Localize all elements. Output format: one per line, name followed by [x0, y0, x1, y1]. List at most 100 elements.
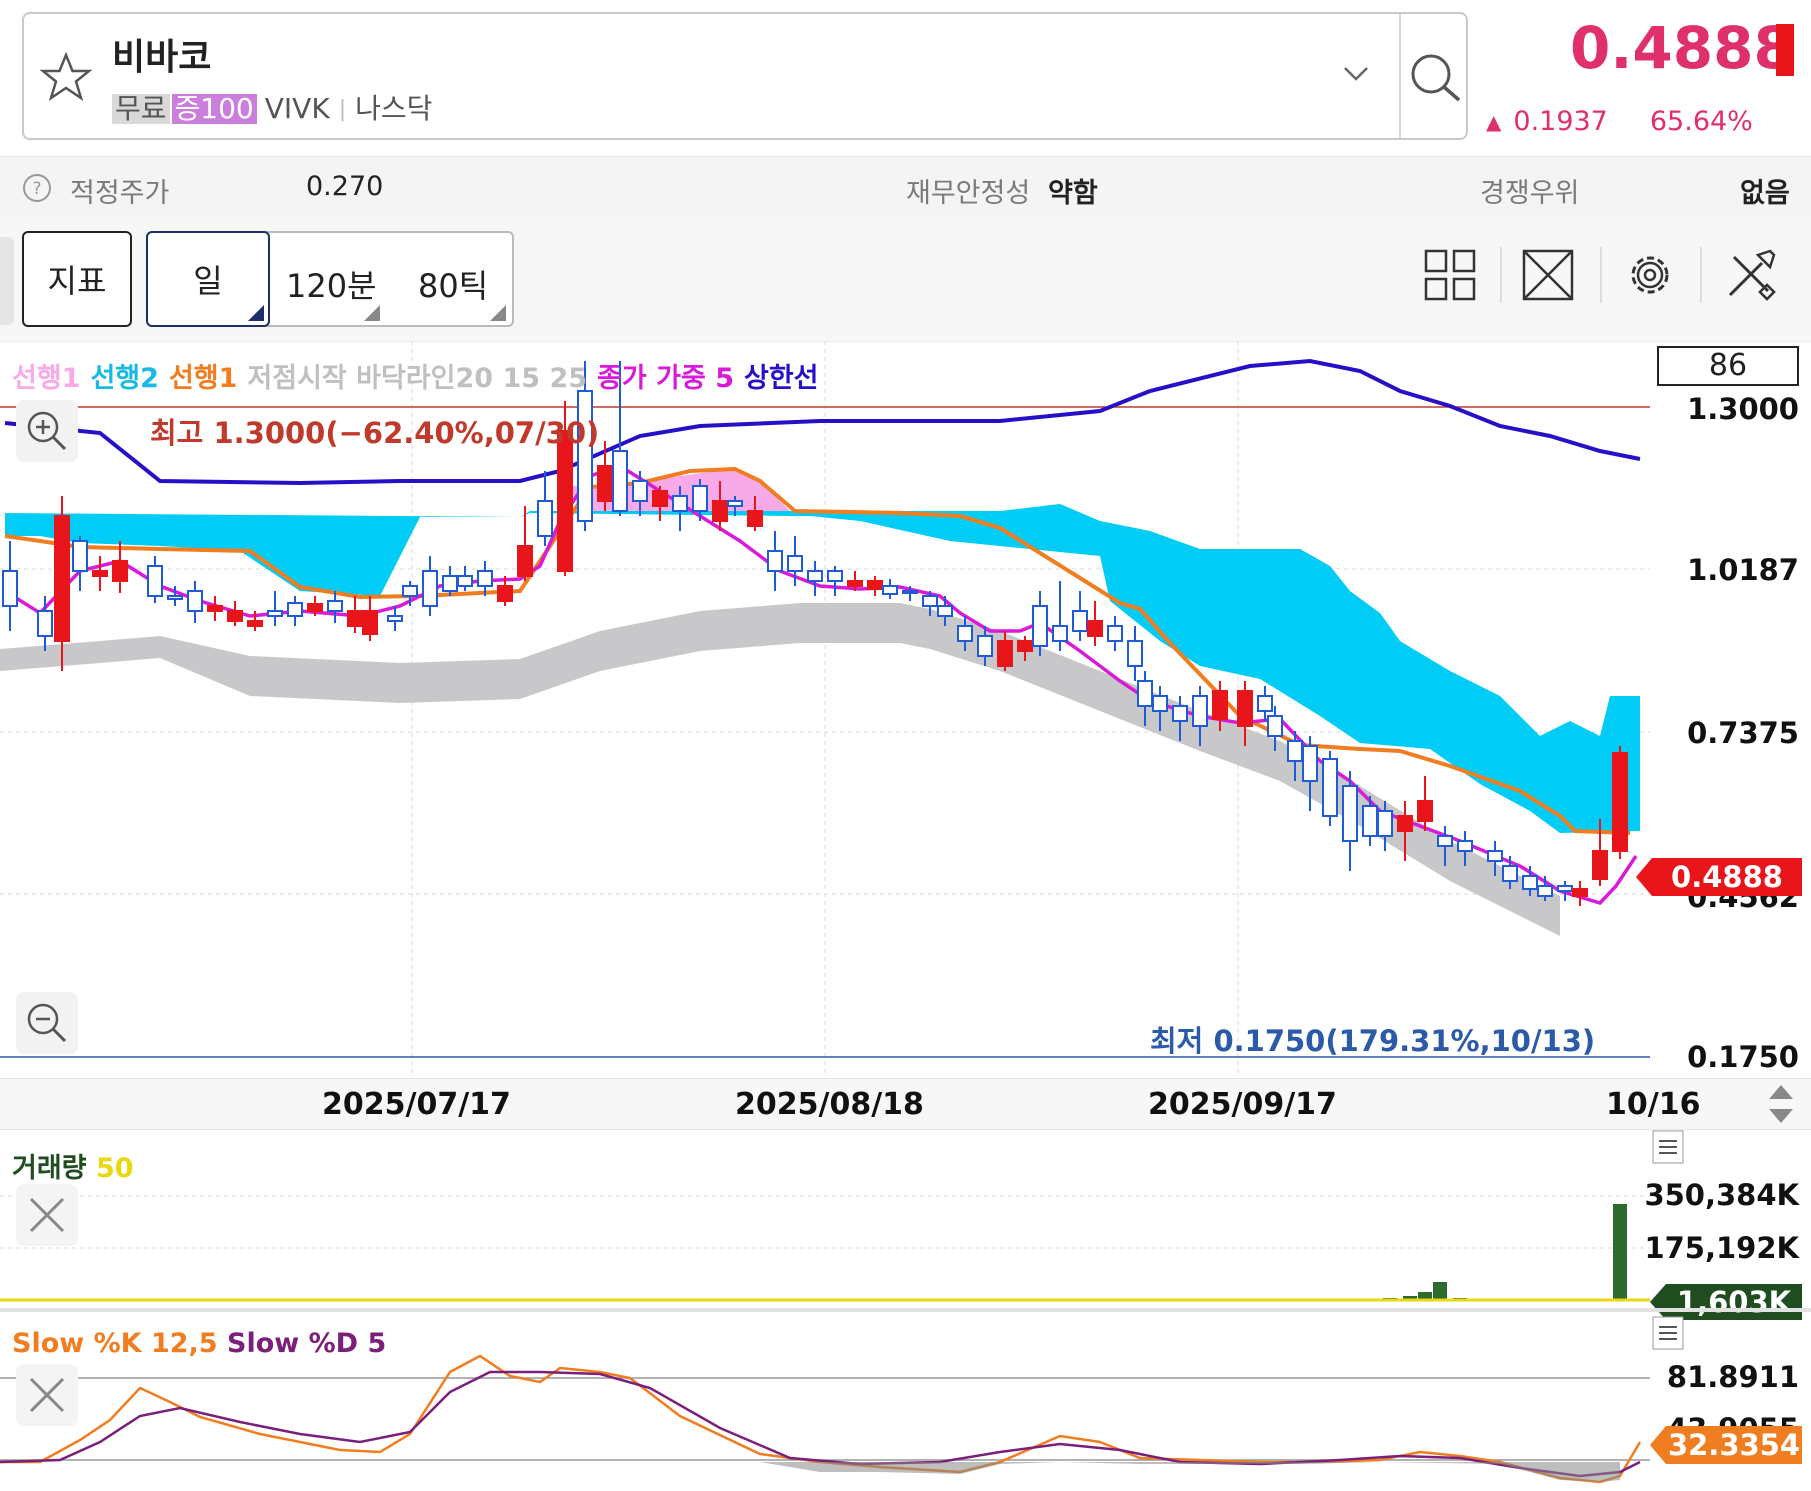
candle-body	[457, 575, 473, 587]
price-direction-bar	[1776, 24, 1794, 76]
corner-triangle-icon	[364, 305, 380, 321]
candle-body	[1522, 875, 1538, 890]
stock-name: 비바코	[112, 37, 212, 78]
candle-body	[1032, 605, 1048, 647]
candle-body	[1302, 745, 1318, 782]
chevron-down-icon[interactable]	[1342, 64, 1370, 84]
period-120min-button[interactable]: 120분	[286, 261, 377, 307]
market-label: 나스닥	[355, 92, 433, 125]
close-icon	[29, 1197, 65, 1233]
up-arrow-icon: ▲	[1486, 110, 1502, 134]
candle-body	[882, 585, 898, 595]
volume-y-tick: 175,192K	[1644, 1231, 1799, 1265]
candle-body	[402, 585, 418, 597]
fair-price-label: 적정주가	[70, 178, 170, 209]
volume-chart[interactable]	[0, 1130, 1811, 1308]
candle-body	[767, 550, 783, 572]
candle-body	[867, 580, 883, 590]
candle-body	[1267, 715, 1283, 737]
tools-icon[interactable]	[1722, 247, 1778, 303]
price-change-pct: 65.64%	[1649, 106, 1753, 137]
candle-body	[1017, 640, 1033, 652]
candle-body	[1612, 752, 1628, 852]
volume-title: 거래량 50	[12, 1153, 134, 1184]
candle-body	[1087, 620, 1103, 637]
candle-body	[37, 610, 53, 637]
star-icon[interactable]	[38, 50, 94, 106]
candle-body	[307, 603, 323, 612]
close-volume-button[interactable]	[16, 1184, 78, 1246]
y-tick-label: 0.1750	[1687, 1040, 1799, 1074]
valuation-info-bar: ? 적정주가 0.270 재무안정성 약함 경쟁우위 없음	[0, 156, 1811, 218]
zoom-out-button[interactable]	[16, 992, 78, 1054]
price-change: 0.1937	[1513, 106, 1608, 137]
candle-body	[612, 450, 628, 512]
candle-body	[557, 430, 573, 572]
candle-body	[597, 465, 613, 502]
candle-body	[1342, 785, 1358, 842]
candle-body	[147, 565, 163, 597]
legend-upper: 상한선	[744, 363, 819, 394]
stock-search-box[interactable]: 비바코 무료 증100 VIVK | 나스닥	[22, 12, 1468, 140]
candle-body	[1592, 850, 1608, 880]
fullscreen-icon[interactable]	[1520, 247, 1576, 303]
candle-body	[207, 605, 223, 612]
candle-body	[112, 560, 128, 582]
candle-body	[167, 595, 183, 600]
indicator-button[interactable]: 지표	[22, 231, 132, 327]
volume-bar	[1613, 1204, 1627, 1300]
toolbar-divider	[1500, 247, 1502, 303]
candle-body	[1417, 800, 1433, 822]
legend-bottom-line: 저점시작 바닥라인20 15 25	[247, 363, 588, 394]
current-price-box: 0.4888	[1636, 858, 1802, 896]
zoom-in-button[interactable]	[16, 400, 78, 462]
gear-icon[interactable]	[1622, 247, 1678, 303]
candle-body	[227, 610, 243, 622]
help-icon[interactable]: ?	[22, 173, 52, 203]
candle-body	[537, 500, 553, 537]
search-icon[interactable]	[1397, 42, 1469, 114]
indicator-legend[interactable]: 선행1 선행2 선행1 저점시작 바닥라인20 15 25 종가 가중 5 상한…	[12, 356, 819, 395]
candle-body	[1212, 690, 1228, 720]
candle-body	[1397, 815, 1413, 832]
margin-tag: 증100	[171, 94, 257, 124]
fair-price-value: 0.270	[306, 171, 384, 202]
competitive-advantage-value: 없음	[1740, 178, 1790, 209]
menu-icon[interactable]	[1652, 1316, 1684, 1350]
menu-icon[interactable]	[1652, 1130, 1684, 1164]
candle-body	[2, 570, 18, 607]
candle-body	[922, 595, 938, 607]
candle-body	[1362, 805, 1378, 837]
candle-body	[807, 570, 823, 582]
toolbar-divider	[1700, 247, 1702, 303]
volume-bar	[1433, 1282, 1447, 1300]
candle-body	[1137, 680, 1153, 707]
high-annotation: 최고 1.3000(−62.40%,07/30)	[150, 416, 600, 450]
close-stochastic-button[interactable]	[16, 1364, 78, 1426]
candle-body	[727, 500, 743, 507]
date-axis[interactable]: 2025/07/17 2025/08/18 2025/09/17 10/16	[0, 1078, 1811, 1130]
candle-body	[187, 590, 203, 612]
candle-body	[1537, 885, 1553, 897]
candle-body	[997, 640, 1013, 667]
y-tick-label: 1.0187	[1687, 553, 1799, 587]
candle-body	[672, 495, 688, 512]
candle-body	[1502, 865, 1518, 882]
candle-body	[747, 510, 763, 527]
low-annotation: 최저 0.1750(179.31%,10/13)	[1150, 1024, 1596, 1058]
period-80tick-button[interactable]: 80틱	[418, 261, 488, 307]
layout-grid-icon[interactable]	[1422, 247, 1478, 303]
resize-arrows-icon[interactable]	[1766, 1083, 1796, 1125]
axis-value-box[interactable]: 86	[1657, 346, 1799, 386]
side-panel-handle[interactable]	[0, 237, 14, 325]
close-icon	[29, 1377, 65, 1413]
candle-body	[327, 600, 343, 612]
date-label: 2025/07/17	[322, 1087, 511, 1122]
stochastic-title: Slow %K 12,5 Slow %D 5	[12, 1328, 387, 1359]
candle-body	[1487, 850, 1503, 862]
candle-body	[1287, 740, 1303, 762]
candle-body	[632, 480, 648, 502]
date-label: 2025/09/17	[1148, 1087, 1337, 1122]
legend-lead1-orange: 선행1	[168, 363, 238, 394]
candle-body	[1172, 705, 1188, 722]
